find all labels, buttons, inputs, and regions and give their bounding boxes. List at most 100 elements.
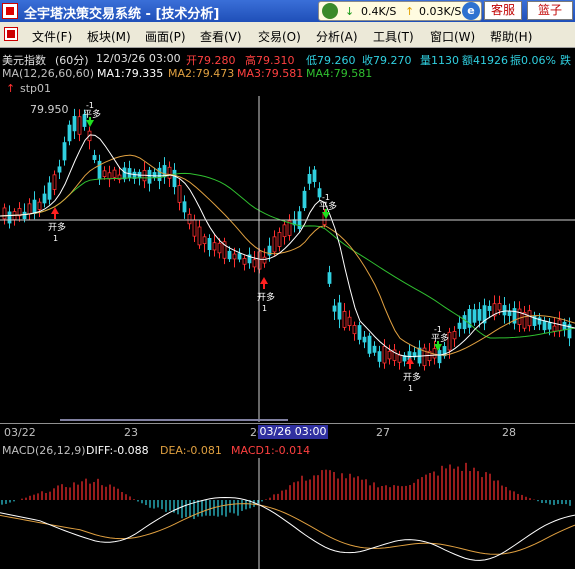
candle [357, 321, 362, 345]
candle [382, 339, 387, 369]
candle [307, 166, 312, 191]
buy-signal-label: 开多 [403, 371, 421, 383]
x-cursor-label: 03/26 03:00 [258, 425, 328, 439]
menu-analysis[interactable]: 分析(A) [316, 28, 358, 45]
candle [212, 234, 217, 257]
sell-signal-count: -1 [434, 325, 442, 334]
candle [442, 342, 447, 359]
period-label: (60分) [55, 54, 89, 67]
amplitude: 振0.06% [510, 54, 556, 67]
up-arrow-icon: ↑ [6, 82, 16, 95]
browser-icon[interactable]: e [462, 2, 480, 20]
candle [62, 136, 67, 166]
quote-time: 12/03/26 03:00 [96, 52, 181, 65]
candle [412, 346, 417, 361]
candle [337, 294, 342, 329]
candle [27, 198, 32, 221]
candle [47, 176, 52, 205]
candle [502, 296, 507, 324]
candle [427, 343, 432, 367]
candle [292, 211, 297, 233]
menu-view[interactable]: 查看(V) [200, 28, 242, 45]
download-speed: 0.4K/S [361, 5, 397, 18]
sell-signal-count: -1 [322, 193, 330, 202]
candle [287, 214, 292, 241]
basket-button[interactable]: 篮子 [527, 1, 573, 20]
candle [132, 168, 137, 184]
candle [162, 157, 167, 184]
sell-signal-label: 平多 [431, 332, 449, 344]
candle [247, 247, 252, 269]
ma4-value: MA4:79.581 [306, 67, 373, 80]
download-arrow-icon: ↓ [345, 5, 355, 18]
candle [77, 109, 82, 142]
x-label-0322: 03/22 [4, 426, 36, 439]
candle [387, 344, 392, 365]
document-icon[interactable] [4, 27, 18, 41]
window-title: 全宇塔决策交易系统 - [技术分析] [24, 7, 220, 22]
menu-tools[interactable]: 工具(T) [373, 28, 414, 45]
diff-line [0, 496, 575, 561]
macd-header: MACD(26,12,9) DIFF:-0.088 DEA:-0.081 MAC… [0, 444, 575, 458]
buy-signal-count: 1 [53, 234, 58, 243]
ma3-line [0, 172, 575, 339]
macd-chart[interactable] [0, 458, 575, 569]
menu-help[interactable]: 帮助(H) [490, 28, 532, 45]
menu-file[interactable]: 文件(F) [32, 28, 72, 45]
candle [482, 298, 487, 331]
candle [332, 298, 337, 320]
upload-speed: 0.03K/S [419, 5, 462, 18]
candle [197, 219, 202, 249]
candle [527, 304, 532, 332]
x-label-27: 27 [376, 426, 390, 439]
candle [277, 227, 282, 252]
candle [2, 203, 7, 225]
candle [372, 341, 377, 356]
customer-service-button[interactable]: 客服 [484, 1, 522, 20]
menu-window[interactable]: 窗口(W) [430, 28, 475, 45]
candle [352, 321, 357, 341]
sell-signal-label: 平多 [319, 200, 337, 212]
candle [462, 311, 467, 334]
buy-signal-count: 1 [408, 384, 413, 393]
upload-arrow-icon: ↑ [405, 5, 415, 18]
price-chart[interactable]: 79.950 开多1-1平多开多1-1平多开多1-1平多 [0, 96, 575, 422]
candle [92, 149, 97, 164]
candle [397, 350, 402, 370]
candle [542, 316, 547, 334]
menu-sector[interactable]: 板块(M) [87, 28, 131, 45]
candle [207, 234, 212, 257]
network-globe-icon [322, 3, 338, 19]
candle [177, 178, 182, 211]
x-label-23: 23 [124, 426, 138, 439]
candle [137, 169, 142, 186]
menu-bar: 文件(F) 板块(M) 画面(P) 查看(V) 交易(O) 分析(A) 工具(T… [0, 22, 575, 48]
candle [507, 303, 512, 325]
menu-trade[interactable]: 交易(O) [258, 28, 301, 45]
change-label: 跌 [560, 54, 571, 67]
candle [392, 344, 397, 366]
buy-signal-count: 1 [262, 304, 267, 313]
candle [487, 300, 492, 319]
macd-dea: DEA:-0.081 [160, 444, 222, 457]
candle [282, 219, 287, 245]
quote-line: 美元指数 (60分) 12/03/26 03:00 开79.280 高79.31… [0, 52, 575, 67]
candle [147, 166, 152, 192]
candle [242, 255, 247, 271]
ma3-value: MA3:79.581 [237, 67, 304, 80]
symbol-name: 美元指数 [2, 54, 46, 67]
candle [52, 170, 57, 196]
candle [187, 208, 192, 230]
candle [102, 166, 107, 180]
candle [107, 165, 112, 188]
candle [512, 301, 517, 330]
menu-screen[interactable]: 画面(P) [145, 28, 186, 45]
candle [522, 305, 527, 332]
title-bar: 全宇塔决策交易系统 - [技术分析] ↓ 0.4K/S ↑ 0.03K/S e … [0, 0, 575, 22]
candle [182, 195, 187, 219]
candle [272, 230, 277, 256]
candle [367, 332, 372, 358]
sell-signal-label: 平多 [83, 108, 101, 120]
strategy-line: ↑ stp01 [0, 82, 575, 97]
candle [222, 237, 227, 265]
